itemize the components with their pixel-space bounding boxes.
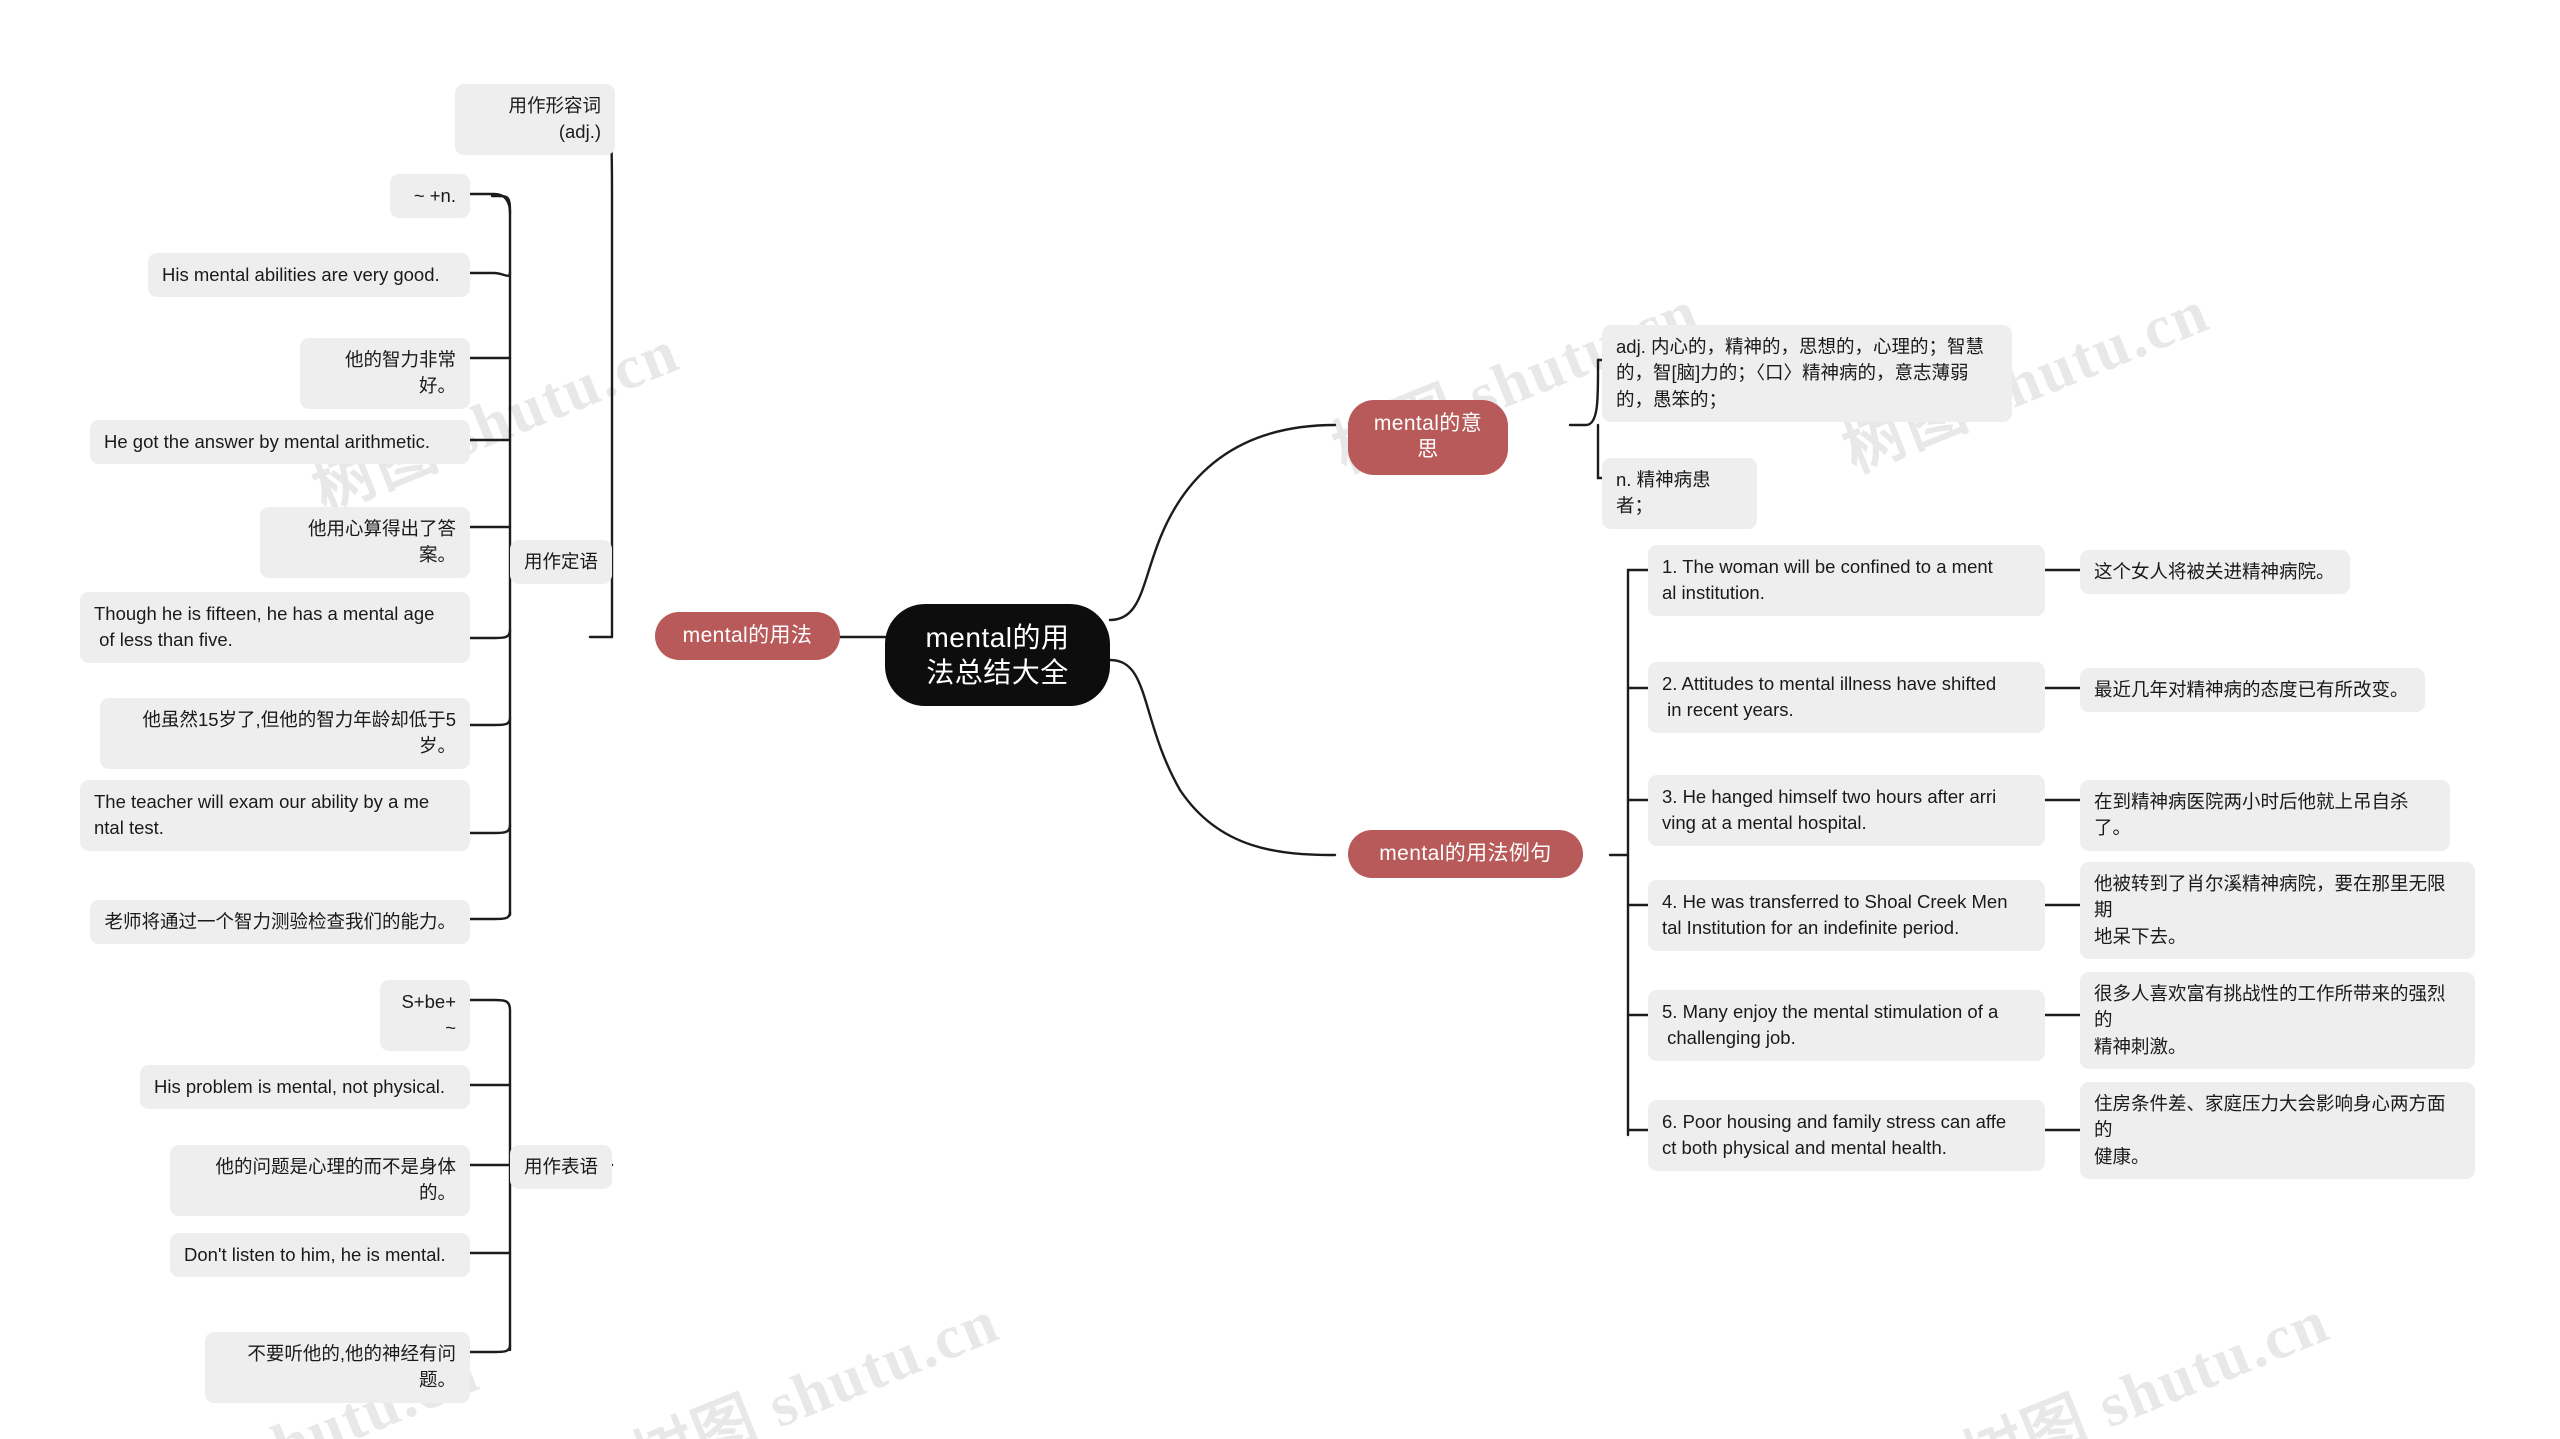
watermark: 树图 shutu.cn [1953, 1287, 2339, 1439]
root-node[interactable]: mental的用法总结大全 [885, 604, 1110, 706]
example-translation-zh[interactable]: 他被转到了肖尔溪精神病院，要在那里无限期 地呆下去。 [2080, 862, 2475, 959]
usage-attributive-item[interactable]: 他的智力非常好。 [300, 338, 470, 409]
example-sentence-en[interactable]: 3. He hanged himself two hours after arr… [1648, 775, 2045, 846]
example-translation-zh[interactable]: 在到精神病医院两小时后他就上吊自杀了。 [2080, 780, 2450, 851]
mindmap-canvas: 树图 shutu.cn 树图 shutu.cn 树图 shutu.cn 树图 s… [0, 0, 2560, 1439]
watermark: 树图 shutu.cn [623, 1287, 1009, 1439]
example-sentence-en[interactable]: 4. He was transferred to Shoal Creek Men… [1648, 880, 2045, 951]
usage-attributive-item[interactable]: Though he is fifteen, he has a mental ag… [80, 592, 470, 663]
usage-predicative-pattern[interactable]: S+be+ ~ [380, 980, 470, 1051]
usage-attributive-label[interactable]: 用作定语 [510, 540, 612, 585]
example-translation-zh[interactable]: 很多人喜欢富有挑战性的工作所带来的强烈的 精神刺激。 [2080, 972, 2475, 1069]
usage-predicative-item[interactable]: His problem is mental, not physical. [140, 1065, 470, 1110]
example-translation-zh[interactable]: 最近几年对精神病的态度已有所改变。 [2080, 668, 2425, 713]
usage-predicative-item[interactable]: 不要听他的,他的神经有问题。 [205, 1332, 470, 1403]
example-sentence-en[interactable]: 2. Attitudes to mental illness have shif… [1648, 662, 2045, 733]
usage-attributive-item[interactable]: His mental abilities are very good. [148, 253, 470, 298]
usage-attributive-item[interactable]: 他虽然15岁了,但他的智力年龄却低于5岁。 [100, 698, 470, 769]
usage-predicative-item[interactable]: 他的问题是心理的而不是身体的。 [170, 1145, 470, 1216]
usage-attributive-item[interactable]: He got the answer by mental arithmetic. [90, 420, 470, 465]
usage-predicative-item[interactable]: Don't listen to him, he is mental. [170, 1233, 470, 1278]
example-translation-zh[interactable]: 住房条件差、家庭压力大会影响身心两方面的 健康。 [2080, 1082, 2475, 1179]
usage-attributive-item[interactable]: 老师将通过一个智力测验检查我们的能力。 [90, 900, 470, 945]
meaning-entry[interactable]: adj. 内心的，精神的，思想的，心理的；智慧 的，智[脑]力的；〈口〉精神病的… [1602, 325, 2012, 422]
branch-node-usage[interactable]: mental的用法 [655, 612, 840, 661]
branch-node-meaning[interactable]: mental的意思 [1348, 400, 1508, 475]
usage-attributive-item[interactable]: 他用心算得出了答案。 [260, 507, 470, 578]
example-translation-zh[interactable]: 这个女人将被关进精神病院。 [2080, 550, 2350, 595]
meaning-entry[interactable]: n. 精神病患者； [1602, 458, 1757, 529]
watermark: 树图 shutu.cn [303, 317, 689, 526]
example-sentence-en[interactable]: 6. Poor housing and family stress can af… [1648, 1100, 2045, 1171]
usage-attributive-item[interactable]: The teacher will exam our ability by a m… [80, 780, 470, 851]
usage-predicative-label[interactable]: 用作表语 [510, 1145, 612, 1190]
example-sentence-en[interactable]: 1. The woman will be confined to a ment … [1648, 545, 2045, 616]
branch-node-examples[interactable]: mental的用法例句 [1348, 830, 1583, 879]
usage-adjective-header[interactable]: 用作形容词(adj.) [455, 84, 615, 155]
example-sentence-en[interactable]: 5. Many enjoy the mental stimulation of … [1648, 990, 2045, 1061]
usage-attributive-pattern[interactable]: ~ +n. [390, 174, 470, 219]
